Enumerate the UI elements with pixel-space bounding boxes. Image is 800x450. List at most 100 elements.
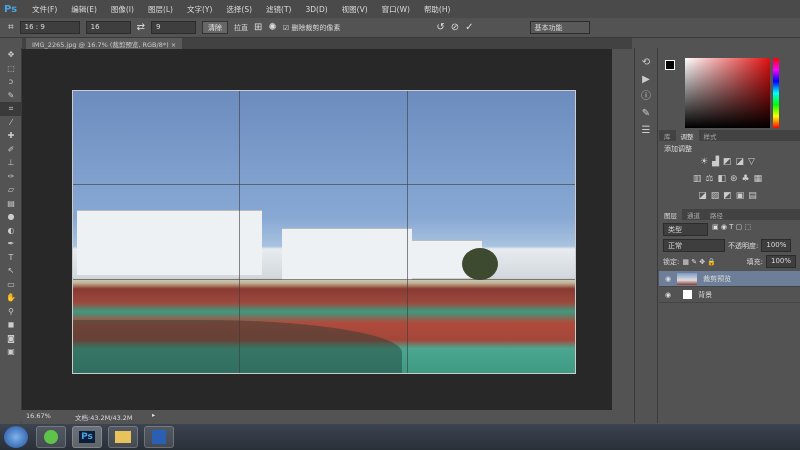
height-input[interactable]: 9 [151, 21, 197, 34]
tab-channels[interactable]: 通道 [682, 209, 705, 220]
marquee-tool-icon[interactable]: ⬚ [0, 62, 22, 76]
photoshop-icon[interactable]: Ps [72, 426, 102, 448]
history-icon[interactable]: ⟲ [635, 54, 657, 71]
blend-mode-select[interactable]: 正常 [663, 239, 725, 252]
tab-library[interactable]: 库 [659, 130, 676, 141]
quick-mask-icon[interactable]: ◙ [0, 332, 22, 346]
dodge-tool-icon[interactable]: ◐ [0, 224, 22, 238]
status-menu-arrow-icon[interactable]: ▸ [152, 411, 155, 419]
tab-layers[interactable]: 图层 [659, 209, 682, 220]
folder-icon[interactable] [108, 426, 138, 448]
hue-slider[interactable] [773, 58, 779, 128]
menu-view[interactable]: 视图(V) [335, 4, 375, 15]
crop-tool-icon[interactable]: ⌗ [0, 102, 22, 116]
type-tool-icon[interactable]: T [0, 251, 22, 265]
adjustment-icons-row[interactable]: ◪▨◩▣▤ [664, 188, 795, 205]
reset-icon[interactable]: ↺ [436, 22, 444, 33]
blur-tool-icon[interactable]: ● [0, 210, 22, 224]
brush-preset-icon[interactable]: ✎ [635, 105, 657, 122]
menu-window[interactable]: 窗口(W) [375, 4, 417, 15]
photo-crop-preview[interactable] [72, 90, 576, 374]
lasso-tool-icon[interactable]: ↄ [0, 75, 22, 89]
brush-tool-icon[interactable]: ✐ [0, 143, 22, 157]
menu-bar: Ps 文件(F) 编辑(E) 图像(I) 图层(L) 文字(Y) 选择(S) 滤… [0, 0, 800, 18]
overlay-grid-icon[interactable]: ⊞ [254, 22, 262, 33]
zoom-level[interactable]: 16.67% [26, 412, 51, 420]
play-actions-icon[interactable]: ▶ [635, 71, 657, 88]
menu-file[interactable]: 文件(F) [25, 4, 64, 15]
hand-tool-icon[interactable]: ✋ [0, 291, 22, 305]
status-bar: 16.67% 文档:43.2M/43.2M ▸ [0, 410, 612, 422]
crop-tool-icon[interactable]: ⌗ [8, 22, 14, 33]
eraser-tool-icon[interactable]: ▱ [0, 183, 22, 197]
tools-panel: ✥ ⬚ ↄ ✎ ⌗ ⁄ ✚ ✐ ⊥ ✑ ▱ ▤ ● ◐ ✒ T ↖ ▭ ✋ ⚲ … [0, 48, 22, 423]
document-tab-bar: IMG_2265.jpg @ 16.7% (裁剪预览, RGB/8*) × [22, 38, 632, 49]
lock-label: 锁定: [663, 257, 680, 266]
menu-3d[interactable]: 3D(D) [298, 5, 334, 14]
eyedropper-tool-icon[interactable]: ⁄ [0, 116, 22, 130]
menu-type[interactable]: 文字(Y) [180, 4, 219, 15]
color-swatches-icon[interactable]: ◼ [0, 318, 22, 332]
menu-help[interactable]: 帮助(H) [417, 4, 458, 15]
word-icon[interactable] [144, 426, 174, 448]
tab-styles[interactable]: 样式 [699, 130, 722, 141]
adjustments-panel: 添加调整 ☀▟◩◪▽ ▥⚖◧⊛♣▦ ◪▨◩▣▤ [659, 141, 800, 209]
fill-label: 填充: [746, 257, 763, 266]
history-brush-icon[interactable]: ✑ [0, 170, 22, 184]
crop-border[interactable] [72, 90, 576, 374]
visibility-eye-icon[interactable]: ◉ [665, 291, 671, 299]
clear-button[interactable]: 清除 [202, 21, 229, 34]
menu-select[interactable]: 选择(S) [219, 4, 259, 15]
settings-gear-icon[interactable]: ✺ [268, 22, 276, 33]
workspace-select[interactable]: 基本功能 [529, 21, 590, 34]
color-picker-field[interactable] [685, 58, 770, 128]
tab-adjustments[interactable]: 调整 [675, 130, 699, 141]
gradient-tool-icon[interactable]: ▤ [0, 197, 22, 211]
path-select-tool-icon[interactable]: ↖ [0, 264, 22, 278]
healing-tool-icon[interactable]: ✚ [0, 129, 22, 143]
properties-icon[interactable]: ☰ [635, 122, 657, 139]
filter-icons[interactable]: ▣ ◉ T ▢ ⬚ [712, 223, 751, 236]
adjustment-icons-row[interactable]: ▥⚖◧⊛♣▦ [664, 171, 795, 188]
tab-paths[interactable]: 路径 [705, 209, 728, 220]
document-tab[interactable]: IMG_2265.jpg @ 16.7% (裁剪预览, RGB/8*) × [26, 38, 183, 49]
right-panels: 库 调整 样式 添加调整 ☀▟◩◪▽ ▥⚖◧⊛♣▦ ◪▨◩▣▤ 图层 通道 路径… [659, 48, 800, 423]
quick-select-tool-icon[interactable]: ✎ [0, 89, 22, 103]
move-tool-icon[interactable]: ✥ [0, 48, 22, 62]
layer-row[interactable]: ◉ 背景 [659, 287, 800, 303]
menu-layer[interactable]: 图层(L) [141, 4, 180, 15]
delete-cropped-label: 删除裁剪的像素 [291, 23, 341, 32]
visibility-eye-icon[interactable]: ◉ [665, 275, 671, 283]
opacity-input[interactable]: 100% [761, 239, 792, 252]
cancel-icon[interactable]: ⊘ [451, 22, 459, 33]
start-button-icon[interactable] [4, 426, 28, 448]
swap-icon[interactable]: ⇄ [137, 22, 145, 33]
ratio-select[interactable]: 16 : 9 [19, 21, 80, 34]
photoshop-logo: Ps [4, 3, 18, 15]
zoom-tool-icon[interactable]: ⚲ [0, 305, 22, 319]
screen-mode-icon[interactable]: ▣ [0, 345, 22, 359]
adjust-title: 添加调整 [664, 145, 692, 153]
width-input[interactable]: 16 [85, 21, 131, 34]
layer-row[interactable]: ◉ 裁剪预览 [659, 271, 800, 287]
document-title: IMG_2265.jpg @ 16.7% (裁剪预览, RGB/8*) [32, 41, 169, 49]
lock-icons[interactable]: ▦ ✎ ✥ 🔒 [682, 258, 716, 266]
filter-kind-select[interactable]: 类型 [663, 223, 708, 236]
opacity-label: 不透明度: [728, 241, 759, 250]
chrome-icon[interactable] [36, 426, 66, 448]
stamp-tool-icon[interactable]: ⊥ [0, 156, 22, 170]
fill-input[interactable]: 100% [765, 255, 796, 268]
straighten-button[interactable]: 拉直 [234, 23, 248, 33]
menu-filter[interactable]: 滤镜(T) [259, 4, 298, 15]
shape-tool-icon[interactable]: ▭ [0, 278, 22, 292]
menu-edit[interactable]: 编辑(E) [64, 4, 104, 15]
delete-cropped-checkbox[interactable]: ☑ 删除裁剪的像素 [283, 23, 341, 33]
adjust-tabs: 库 调整 样式 [659, 130, 800, 141]
commit-check-icon[interactable]: ✓ [465, 22, 473, 33]
foreground-color[interactable] [665, 60, 675, 70]
options-bar: ⌗ 16 : 9 16 ⇄ 9 清除 拉直 ⊞ ✺ ☑ 删除裁剪的像素 ↺ ⊘ … [0, 18, 800, 38]
adjustment-icons-row[interactable]: ☀▟◩◪▽ [664, 154, 795, 171]
info-icon[interactable]: ⓘ [635, 88, 657, 105]
pen-tool-icon[interactable]: ✒ [0, 237, 22, 251]
menu-image[interactable]: 图像(I) [104, 4, 141, 15]
